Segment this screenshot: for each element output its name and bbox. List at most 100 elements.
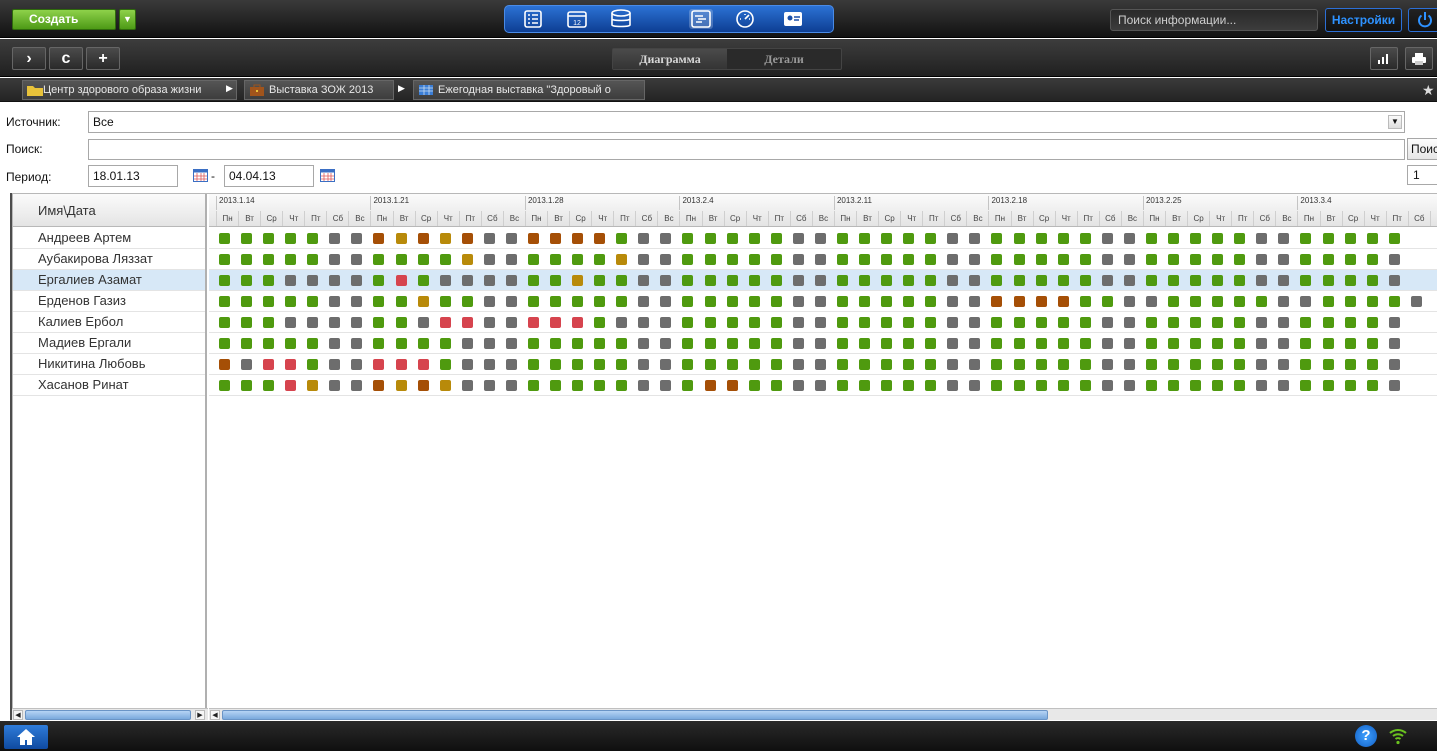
day-status-cell[interactable] — [1278, 380, 1290, 391]
day-status-cell[interactable] — [395, 338, 407, 349]
day-status-cell[interactable] — [395, 275, 407, 286]
day-status-cell[interactable] — [859, 254, 871, 265]
settings-button[interactable]: Настройки — [1325, 8, 1402, 32]
day-status-cell[interactable] — [814, 317, 826, 328]
day-status-cell[interactable] — [881, 359, 893, 370]
day-status-cell[interactable] — [947, 275, 959, 286]
add-button[interactable]: + — [86, 47, 120, 70]
day-status-cell[interactable] — [329, 380, 341, 391]
day-status-cell[interactable] — [1013, 275, 1025, 286]
favorite-star-icon[interactable]: ★ — [1422, 82, 1435, 99]
day-status-cell[interactable] — [1344, 254, 1356, 265]
day-status-cell[interactable] — [461, 338, 473, 349]
day-status-cell[interactable] — [505, 359, 517, 370]
day-status-cell[interactable] — [1168, 254, 1179, 265]
day-status-cell[interactable] — [1145, 317, 1157, 328]
day-status-cell[interactable] — [1212, 317, 1224, 328]
day-status-cell[interactable] — [1145, 338, 1157, 349]
day-status-cell[interactable] — [726, 380, 738, 391]
day-status-cell[interactable] — [351, 275, 363, 286]
day-status-cell[interactable] — [1300, 296, 1312, 307]
day-status-cell[interactable] — [1300, 275, 1312, 286]
day-status-cell[interactable] — [1278, 254, 1290, 265]
day-status-cell[interactable] — [660, 338, 672, 349]
day-status-cell[interactable] — [395, 317, 407, 328]
day-status-cell[interactable] — [682, 317, 694, 328]
day-status-cell[interactable] — [1234, 275, 1246, 286]
day-status-cell[interactable] — [1366, 296, 1378, 307]
day-status-cell[interactable] — [285, 317, 297, 328]
day-status-cell[interactable] — [770, 254, 782, 265]
day-status-cell[interactable] — [836, 317, 848, 328]
page-select[interactable]: 1 — [1407, 165, 1437, 185]
day-status-cell[interactable] — [947, 338, 959, 349]
day-status-cell[interactable] — [1123, 359, 1135, 370]
day-status-cell[interactable] — [925, 380, 937, 391]
day-status-cell[interactable] — [903, 317, 915, 328]
day-status-cell[interactable] — [329, 254, 341, 265]
day-status-cell[interactable] — [373, 296, 385, 307]
day-status-cell[interactable] — [903, 275, 915, 286]
day-status-cell[interactable] — [1101, 338, 1113, 349]
day-status-cell[interactable] — [1234, 338, 1246, 349]
day-status-cell[interactable] — [1079, 275, 1091, 286]
day-status-cell[interactable] — [726, 338, 738, 349]
day-status-cell[interactable] — [1057, 317, 1069, 328]
day-status-cell[interactable] — [1057, 254, 1069, 265]
day-status-cell[interactable] — [329, 296, 341, 307]
day-status-cell[interactable] — [881, 275, 893, 286]
day-status-cell[interactable] — [439, 254, 451, 265]
day-status-cell[interactable] — [461, 275, 473, 286]
day-status-cell[interactable] — [1300, 233, 1312, 244]
day-status-cell[interactable] — [263, 296, 275, 307]
global-search-input[interactable]: Поиск информации... — [1110, 9, 1318, 31]
day-status-cell[interactable] — [1013, 233, 1025, 244]
day-status-cell[interactable] — [1145, 380, 1157, 391]
day-status-cell[interactable] — [439, 317, 451, 328]
day-status-cell[interactable] — [1168, 338, 1179, 349]
day-status-cell[interactable] — [285, 359, 297, 370]
day-status-cell[interactable] — [1300, 380, 1312, 391]
day-status-cell[interactable] — [1123, 296, 1135, 307]
day-status-cell[interactable] — [925, 338, 937, 349]
day-status-cell[interactable] — [903, 296, 915, 307]
day-status-cell[interactable] — [726, 254, 738, 265]
day-status-cell[interactable] — [1013, 380, 1025, 391]
day-status-cell[interactable] — [594, 275, 606, 286]
breadcrumb-item[interactable]: Выставка ЗОЖ 2013 — [244, 80, 394, 100]
day-status-cell[interactable] — [1190, 275, 1202, 286]
day-status-cell[interactable] — [461, 296, 473, 307]
day-status-cell[interactable] — [373, 254, 385, 265]
day-status-cell[interactable] — [329, 233, 341, 244]
day-status-cell[interactable] — [527, 380, 539, 391]
day-status-cell[interactable] — [748, 254, 760, 265]
day-status-cell[interactable] — [903, 338, 915, 349]
day-status-cell[interactable] — [417, 380, 429, 391]
day-status-cell[interactable] — [307, 359, 319, 370]
day-status-cell[interactable] — [770, 317, 782, 328]
day-status-cell[interactable] — [903, 359, 915, 370]
day-status-cell[interactable] — [1322, 296, 1334, 307]
day-status-cell[interactable] — [1035, 380, 1047, 391]
day-status-cell[interactable] — [483, 380, 495, 391]
day-status-cell[interactable] — [1123, 275, 1135, 286]
scroll-thumb[interactable] — [222, 710, 1048, 720]
day-status-cell[interactable] — [1278, 359, 1290, 370]
day-status-cell[interactable] — [682, 275, 694, 286]
day-status-cell[interactable] — [704, 275, 716, 286]
day-status-cell[interactable] — [1344, 338, 1356, 349]
day-status-cell[interactable] — [1234, 233, 1246, 244]
day-status-cell[interactable] — [748, 233, 760, 244]
day-status-cell[interactable] — [527, 233, 539, 244]
day-status-cell[interactable] — [461, 254, 473, 265]
day-status-cell[interactable] — [1322, 254, 1334, 265]
day-status-cell[interactable] — [594, 254, 606, 265]
day-status-cell[interactable] — [1013, 338, 1025, 349]
day-status-cell[interactable] — [1344, 296, 1356, 307]
day-status-cell[interactable] — [307, 254, 319, 265]
day-status-cell[interactable] — [925, 233, 937, 244]
day-status-cell[interactable] — [726, 233, 738, 244]
day-status-cell[interactable] — [748, 296, 760, 307]
day-status-cell[interactable] — [991, 338, 1003, 349]
day-status-cell[interactable] — [572, 317, 584, 328]
